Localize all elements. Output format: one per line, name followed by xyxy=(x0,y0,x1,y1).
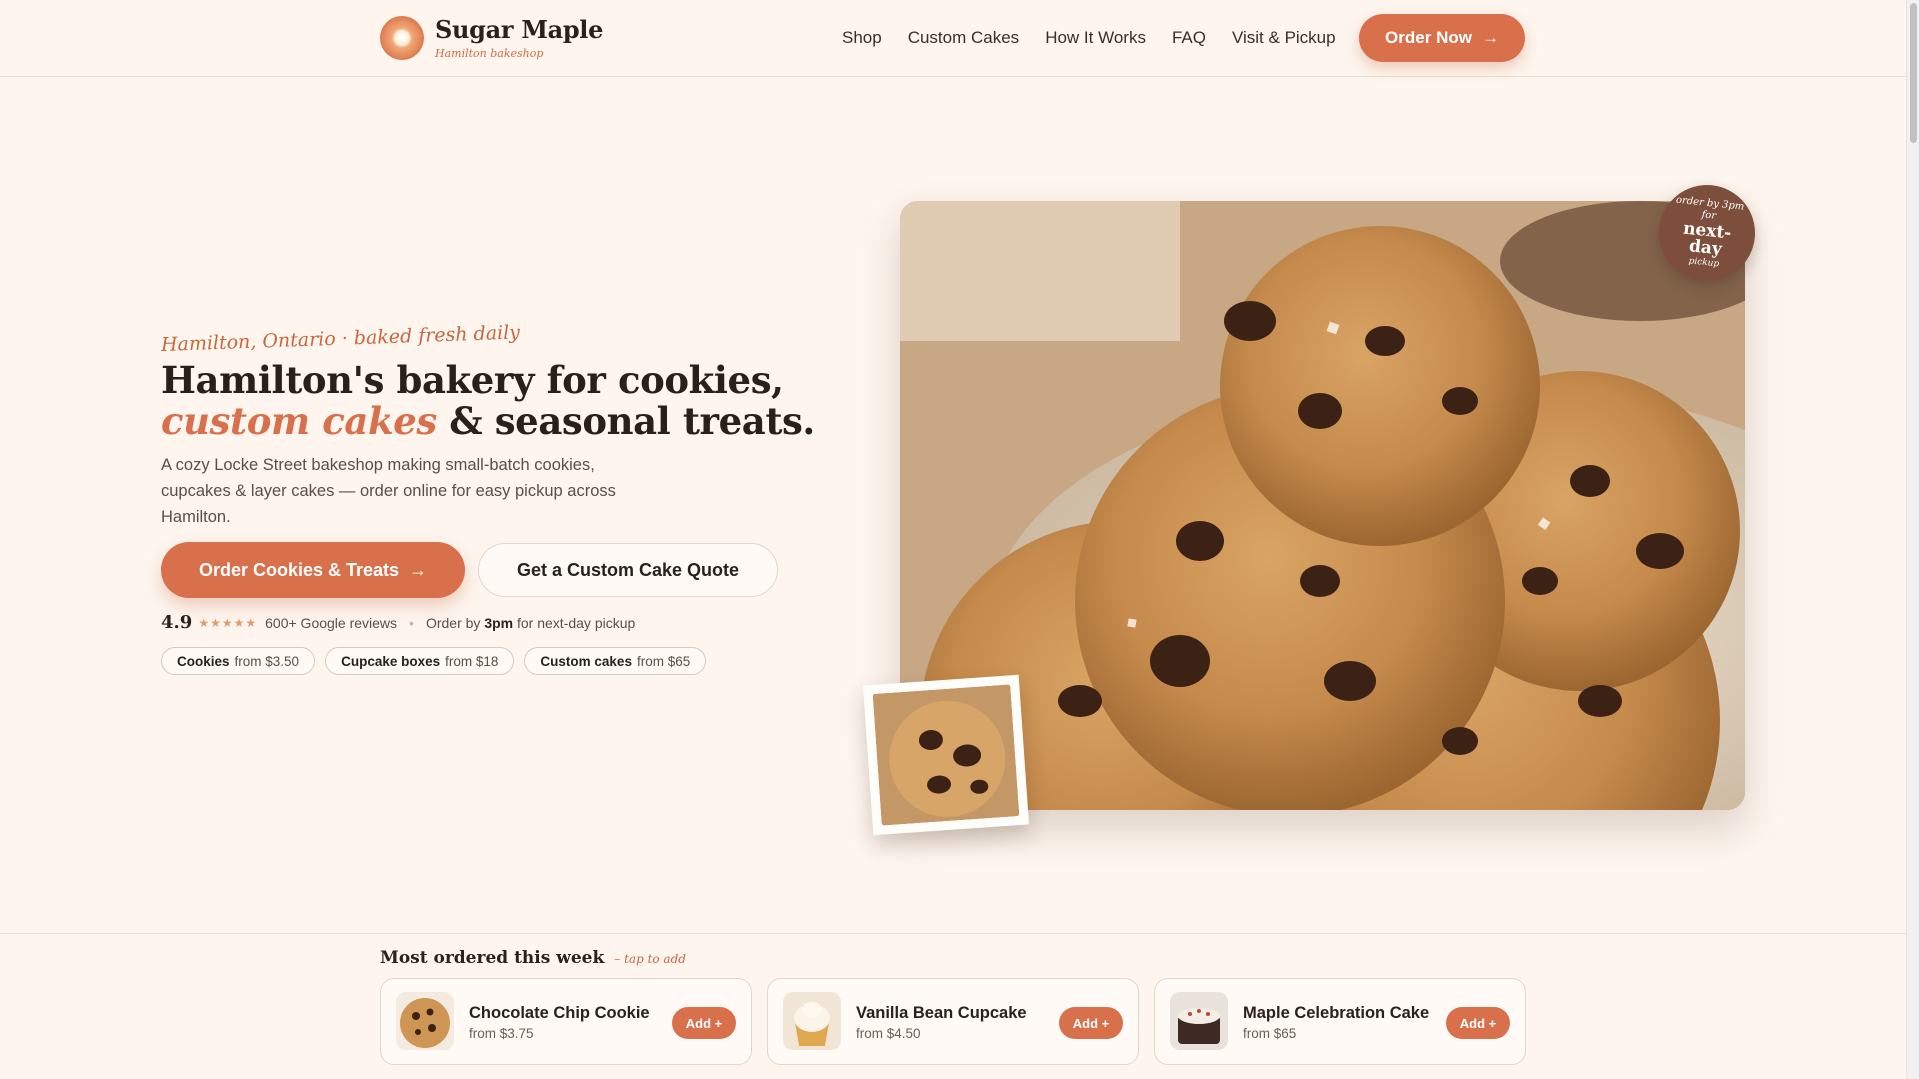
order-cutoff: Order by 3pm for next-day pickup xyxy=(425,614,636,631)
most-ordered-heading: Most ordered this week – tap to add xyxy=(380,948,686,968)
add-to-cart-button[interactable]: Add + xyxy=(672,1007,736,1039)
most-ordered-hint: – tap to add xyxy=(614,952,686,966)
product-card-maple-celebration-cake[interactable]: Maple Celebration Cake from $65 Add + xyxy=(1154,978,1526,1065)
headline-line-2: & seasonal treats. xyxy=(436,399,815,443)
most-ordered-title: Most ordered this week xyxy=(380,948,605,968)
order-cookies-button[interactable]: Order Cookies & Treats → xyxy=(161,542,465,598)
price-pill-cupcake-boxes[interactable]: Cupcake boxes from $18 xyxy=(325,647,515,675)
price-pills: Cookies from $3.50 Cupcake boxes from $18 … xyxy=(161,647,707,675)
headline-line-1: Hamilton's bakery for cookies, xyxy=(161,358,784,402)
cookie-closeup-photo xyxy=(872,684,1020,826)
brand-tagline: Hamilton bakeshop xyxy=(435,46,544,60)
cupcake-thumbnail xyxy=(783,992,841,1050)
cookie-closeup-polaroid xyxy=(862,674,1030,836)
hero-cookie-photo xyxy=(900,201,1745,810)
price-pill-cookies[interactable]: Cookies from $3.50 xyxy=(161,647,316,675)
arrow-right-icon: → xyxy=(1481,28,1499,47)
separator-dot: • xyxy=(409,614,414,631)
nav-item-visit-pickup[interactable]: Visit & Pickup xyxy=(1232,28,1336,48)
product-card-vanilla-bean-cupcake[interactable]: Vanilla Bean Cupcake from $4.50 Add + xyxy=(767,978,1139,1065)
brand-name: Sugar Maple xyxy=(435,14,604,44)
sun-logo-icon: ✺ xyxy=(380,16,424,60)
product-name: Vanilla Bean Cupcake xyxy=(856,1004,1027,1022)
add-to-cart-button[interactable]: Add + xyxy=(1059,1007,1123,1039)
brand-text: Sugar Maple Hamilton bakeshop xyxy=(435,14,604,60)
site-header: ✺ Sugar Maple Hamilton bakeshop Shop Cus… xyxy=(0,0,1906,77)
arrow-right-icon: → xyxy=(409,559,428,580)
cookie-thumbnail xyxy=(396,992,454,1050)
star-rating-icon: ★★★★★ xyxy=(198,615,258,630)
headline-accent: custom cakes xyxy=(161,399,437,443)
price-pill-custom-cakes[interactable]: Custom cakes from $65 xyxy=(524,647,707,675)
product-card-chocolate-chip-cookie[interactable]: Chocolate Chip Cookie from $3.75 Add + xyxy=(380,978,752,1065)
brand[interactable]: ✺ Sugar Maple Hamilton bakeshop xyxy=(380,16,603,60)
hero-headline: Hamilton's bakery for cookies, custom ca… xyxy=(161,360,815,442)
hero-lede: A cozy Locke Street bakeshop making smal… xyxy=(161,456,616,526)
page-scrollbar[interactable] xyxy=(1906,0,1919,1079)
product-price: from $65 xyxy=(1243,1026,1297,1041)
cake-thumbnail xyxy=(1170,992,1228,1050)
order-cookies-label: Order Cookies & Treats xyxy=(198,559,400,580)
review-count[interactable]: 600+ Google reviews xyxy=(265,615,397,631)
nav-item-how-it-works[interactable]: How It Works xyxy=(1045,28,1146,48)
rating-score: 4.9 xyxy=(161,612,193,633)
nav-item-faq[interactable]: FAQ xyxy=(1172,28,1206,48)
rating-row: 4.9 ★★★★★ 600+ Google reviews • Order by… xyxy=(161,612,635,633)
nav-item-custom-cakes[interactable]: Custom Cakes xyxy=(908,28,1019,48)
order-now-button[interactable]: Order Now → xyxy=(1359,14,1525,62)
product-price: from $4.50 xyxy=(856,1026,921,1041)
product-name: Maple Celebration Cake xyxy=(1243,1004,1430,1022)
add-to-cart-button[interactable]: Add + xyxy=(1446,1007,1510,1039)
product-price: from $3.75 xyxy=(469,1026,534,1041)
main-nav: Shop Custom Cakes How It Works FAQ Visit… xyxy=(842,28,1336,48)
product-name: Chocolate Chip Cookie xyxy=(469,1004,650,1022)
scrollbar-thumb[interactable] xyxy=(1910,3,1917,143)
order-now-label: Order Now xyxy=(1385,28,1472,47)
custom-cake-quote-button[interactable]: Get a Custom Cake Quote xyxy=(478,543,778,597)
nav-item-shop[interactable]: Shop xyxy=(842,28,882,48)
hero-eyebrow: Hamilton, Ontario · baked fresh daily xyxy=(160,321,521,356)
